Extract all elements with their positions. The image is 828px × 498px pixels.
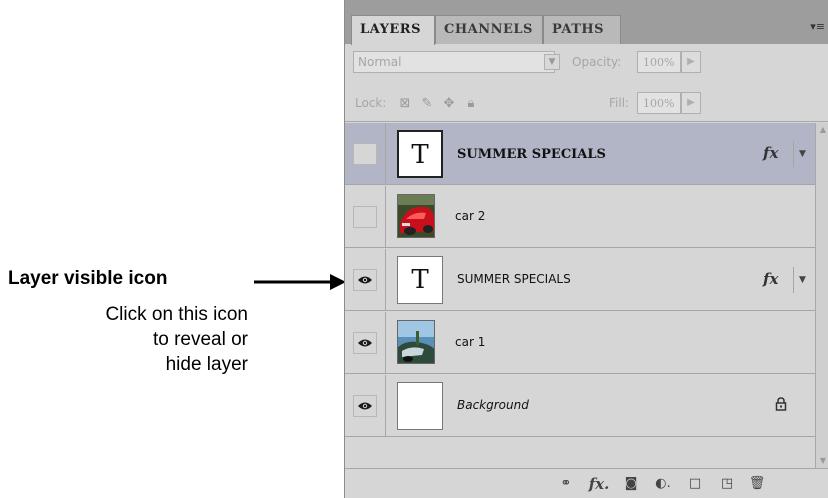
- divider: [385, 312, 386, 374]
- visibility-toggle[interactable]: [353, 332, 377, 354]
- visibility-toggle[interactable]: [353, 143, 377, 165]
- annotation-description: Click on this icon to reveal or hide lay…: [20, 302, 248, 377]
- lock-all-icon[interactable]: 🔒︎: [463, 96, 479, 112]
- link-layers-icon[interactable]: ⚭: [555, 475, 577, 493]
- background-thumbnail: [397, 382, 443, 430]
- add-mask-icon[interactable]: ◙: [621, 475, 641, 493]
- blend-mode-select[interactable]: Normal ▼: [353, 51, 560, 73]
- chevron-down-icon[interactable]: ▼: [544, 54, 560, 70]
- annotation-arrow: [254, 274, 346, 290]
- layer-effects-icon[interactable]: fx: [763, 144, 778, 162]
- layer-row[interactable]: T SUMMER SPECIALS fx ▼: [345, 123, 815, 185]
- text-layer-thumbnail: T: [397, 130, 443, 178]
- tab-layers[interactable]: LAYERS: [351, 15, 435, 45]
- layer-name[interactable]: SUMMER SPECIALS: [457, 147, 606, 162]
- panel-tab-bar: LAYERS CHANNELS PATHS ▾≡: [345, 0, 828, 45]
- add-layer-style-icon[interactable]: fx.: [585, 475, 613, 493]
- opacity-label: Opacity:: [572, 55, 622, 69]
- new-adjustment-layer-icon[interactable]: ◐.: [651, 475, 675, 493]
- tab-paths[interactable]: PATHS: [543, 15, 621, 44]
- layer-row[interactable]: car 1: [345, 312, 815, 374]
- opacity-slider-arrow-icon[interactable]: ▶: [681, 51, 701, 73]
- annotation-title: Layer visible icon: [8, 268, 168, 289]
- tab-channels[interactable]: CHANNELS: [435, 15, 543, 44]
- eye-icon: [358, 276, 372, 284]
- expand-effects-icon[interactable]: ▼: [793, 141, 811, 167]
- layer-effects-icon[interactable]: fx: [763, 270, 778, 288]
- divider: [385, 375, 386, 437]
- scroll-down-icon[interactable]: ▼: [816, 454, 828, 468]
- fill-slider-arrow-icon[interactable]: ▶: [681, 92, 701, 114]
- lock-image-pixels-icon[interactable]: ✎: [419, 96, 435, 112]
- eye-icon: [358, 339, 372, 347]
- lock-position-icon[interactable]: ✥: [441, 96, 457, 112]
- layers-panel: LAYERS CHANNELS PATHS ▾≡ Normal ▼ Opacit…: [344, 0, 828, 498]
- delete-layer-icon[interactable]: 🗑︎: [747, 475, 767, 493]
- eye-icon: [358, 402, 372, 410]
- fill-field[interactable]: 100%: [637, 92, 681, 114]
- divider: [385, 186, 386, 248]
- visibility-toggle[interactable]: [353, 269, 377, 291]
- annotation-line: hide layer: [165, 354, 248, 375]
- opacity-field[interactable]: 100%: [637, 51, 681, 73]
- layer-row[interactable]: Background: [345, 375, 815, 437]
- fill-label: Fill:: [609, 96, 630, 110]
- scroll-up-icon[interactable]: ▲: [816, 123, 828, 137]
- new-group-icon[interactable]: □: [685, 475, 705, 493]
- car-image-thumbnail: [397, 320, 435, 364]
- panel-bottom-toolbar: ⚭ fx. ◙ ◐. □ ◳ 🗑︎: [345, 468, 828, 498]
- lock-transparent-icon[interactable]: ⊠: [397, 96, 413, 112]
- visibility-toggle[interactable]: [353, 395, 377, 417]
- layer-row[interactable]: T SUMMER SPECIALS fx ▼: [345, 249, 815, 311]
- layer-name[interactable]: Background: [457, 398, 529, 412]
- lock-icon: [775, 397, 787, 415]
- layers-list: T SUMMER SPECIALS fx ▼ car 2 T SUMMER SP…: [345, 123, 815, 468]
- layers-scrollbar[interactable]: ▲ ▼: [815, 123, 828, 468]
- blend-options-row: Normal ▼ Opacity: 100% ▶: [345, 44, 828, 82]
- layer-name[interactable]: car 2: [455, 209, 485, 223]
- layer-name[interactable]: car 1: [455, 335, 485, 349]
- lock-label: Lock:: [355, 96, 387, 110]
- new-layer-icon[interactable]: ◳: [717, 475, 737, 493]
- lock-options-row: Lock: ⊠ ✎ ✥ 🔒︎ Fill: 100% ▶: [345, 84, 828, 122]
- car-image-thumbnail: [397, 194, 435, 238]
- divider: [385, 249, 386, 311]
- panel-menu-icon[interactable]: ▾≡: [810, 20, 825, 33]
- text-layer-thumbnail: T: [397, 256, 443, 304]
- expand-effects-icon[interactable]: ▼: [793, 267, 811, 293]
- annotation-line: to reveal or: [152, 329, 248, 350]
- annotation-line: Click on this icon: [105, 304, 248, 325]
- visibility-toggle[interactable]: [353, 206, 377, 228]
- blend-mode-value: Normal: [358, 55, 402, 69]
- divider: [385, 123, 386, 185]
- layer-name[interactable]: SUMMER SPECIALS: [457, 272, 571, 286]
- layer-row[interactable]: car 2: [345, 186, 815, 248]
